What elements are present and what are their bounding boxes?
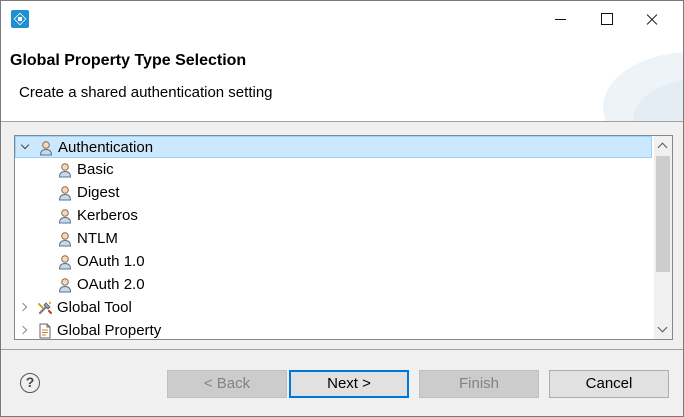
scroll-up-arrow-icon[interactable]	[654, 136, 672, 154]
scroll-down-arrow-icon[interactable]	[654, 321, 672, 339]
tree-item-label: NTLM	[77, 230, 118, 247]
tree-item-label: Global Property	[57, 322, 162, 339]
tree-item-oauth-1[interactable]: OAuth 1.0	[15, 251, 652, 273]
user-icon	[58, 186, 72, 201]
user-icon	[58, 209, 72, 224]
cancel-button[interactable]: Cancel	[549, 370, 669, 398]
help-icon[interactable]: ?	[20, 373, 40, 393]
tree-item-oauth-2[interactable]: OAuth 2.0	[15, 274, 652, 296]
tree-item-basic[interactable]: Basic	[15, 159, 652, 181]
tool-icon	[38, 301, 52, 315]
tree-item-global-tool[interactable]: Global Tool	[15, 297, 652, 319]
property-icon	[39, 323, 51, 339]
close-button[interactable]	[629, 1, 675, 37]
tree-item-label: OAuth 2.0	[77, 276, 145, 293]
header-banner: Global Property Type Selection Create a …	[1, 37, 683, 121]
user-icon	[58, 232, 72, 247]
tree-item-global-property[interactable]: Global Property	[15, 320, 652, 339]
tree-item-label: Digest	[77, 184, 120, 201]
scrollbar-thumb[interactable]	[656, 156, 670, 272]
finish-button[interactable]: Finish	[419, 370, 539, 398]
back-button[interactable]: < Back	[167, 370, 287, 398]
tree-item-label: Global Tool	[57, 299, 132, 316]
maximize-button[interactable]	[583, 1, 629, 37]
tree-item-label: Authentication	[58, 139, 154, 156]
page-title: Global Property Type Selection	[10, 52, 247, 69]
dialog-window: Global Property Type Selection Create a …	[0, 0, 684, 417]
footer-divider	[1, 349, 683, 350]
user-icon	[58, 163, 72, 178]
tree-item-label: Kerberos	[77, 207, 138, 224]
title-bar[interactable]	[1, 1, 683, 37]
user-icon	[58, 278, 72, 293]
chevron-down-icon[interactable]	[20, 141, 32, 153]
property-type-tree[interactable]: Authentication Basic Digest Kerberos NTL…	[14, 135, 673, 340]
tree-item-digest[interactable]: Digest	[15, 182, 652, 204]
next-button[interactable]: Next >	[289, 370, 409, 398]
app-logo-icon	[11, 10, 29, 28]
tree-item-authentication[interactable]: Authentication	[15, 136, 652, 158]
chevron-right-icon[interactable]	[19, 301, 31, 313]
user-icon	[58, 255, 72, 270]
minimize-button[interactable]	[537, 1, 583, 37]
page-description: Create a shared authentication setting	[19, 84, 273, 101]
tree-scrollbar[interactable]	[654, 136, 672, 339]
tree-item-label: OAuth 1.0	[77, 253, 145, 270]
banner-decoration	[603, 52, 683, 121]
tree-item-label: Basic	[77, 161, 114, 178]
chevron-right-icon[interactable]	[19, 324, 31, 336]
user-icon	[39, 141, 53, 156]
tree-item-kerberos[interactable]: Kerberos	[15, 205, 652, 227]
tree-item-ntlm[interactable]: NTLM	[15, 228, 652, 250]
header-divider	[1, 121, 683, 122]
